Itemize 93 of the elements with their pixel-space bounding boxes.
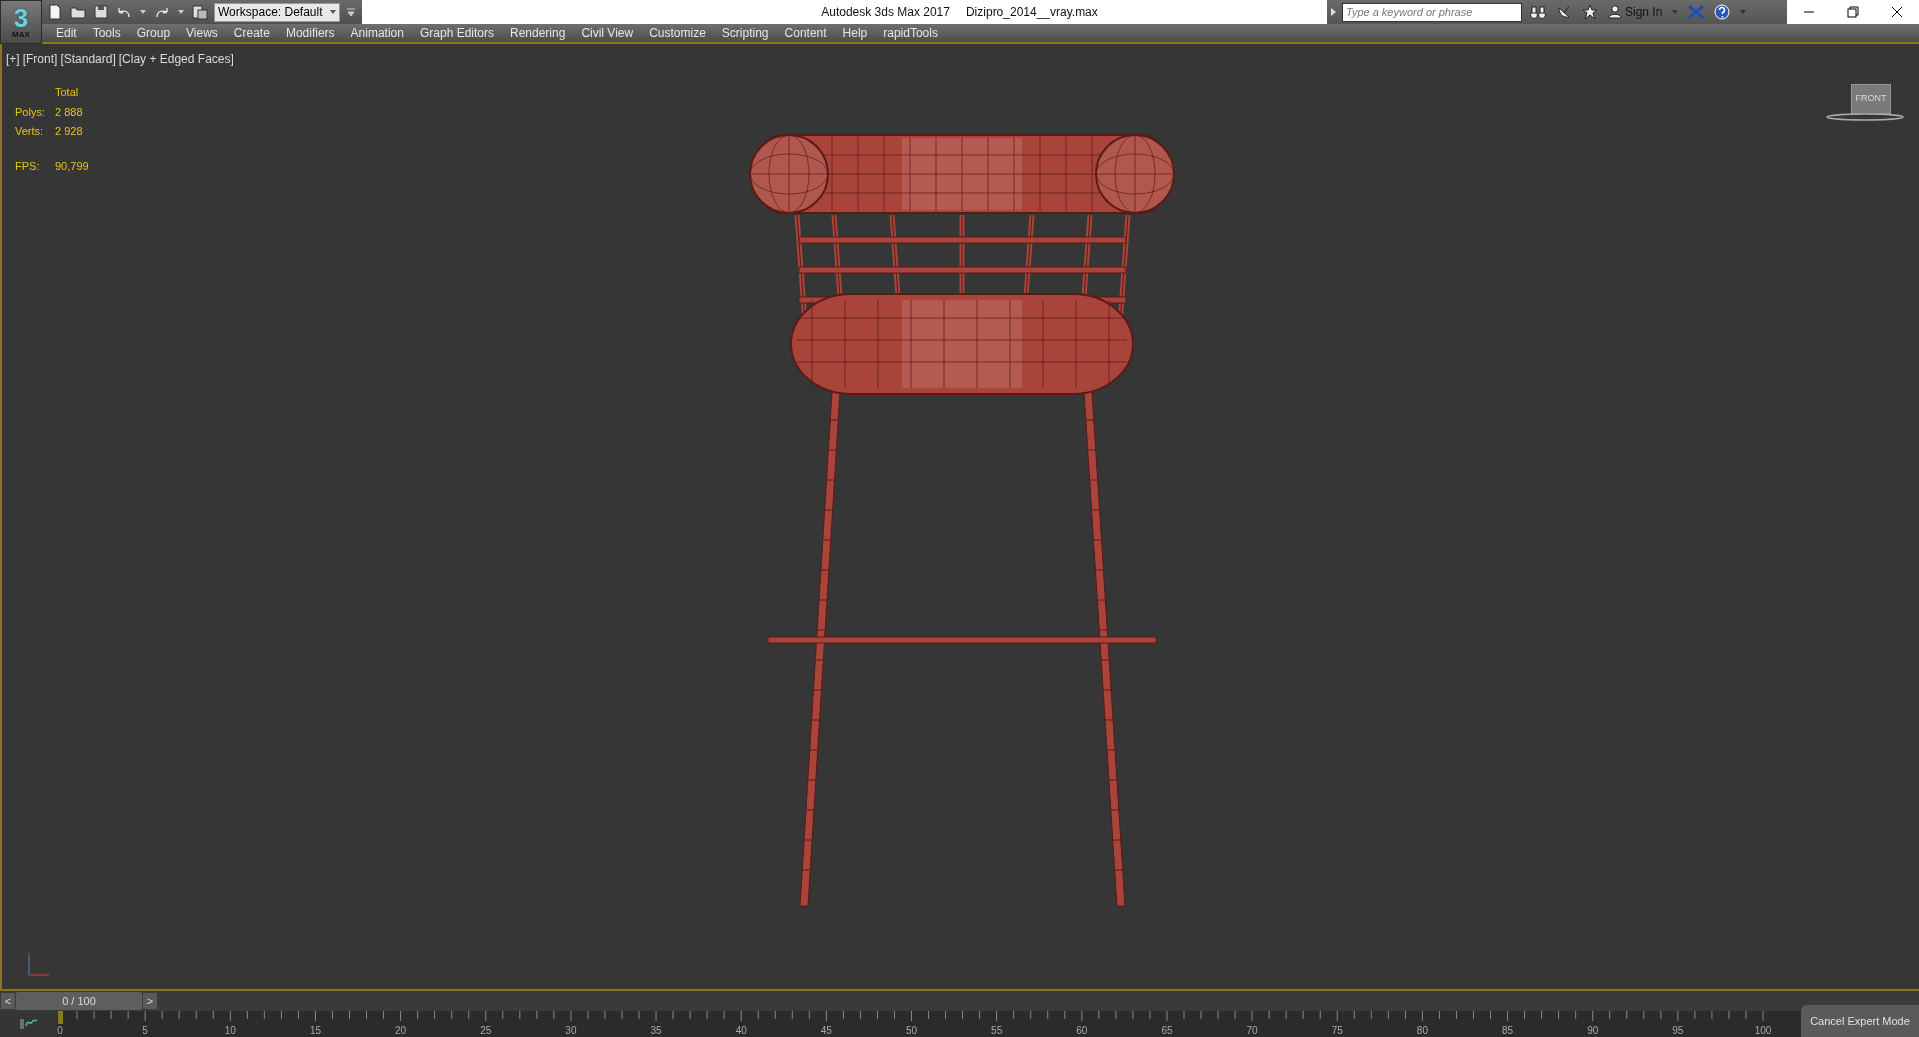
curve-icon bbox=[19, 1018, 38, 1030]
satellite-dish-icon bbox=[1556, 4, 1572, 20]
viewport-label[interactable]: [Standard] bbox=[60, 50, 116, 68]
frame-number: 70 bbox=[1246, 1025, 1258, 1036]
menu-item[interactable]: Create bbox=[225, 24, 278, 42]
frame-number: 60 bbox=[1076, 1025, 1088, 1036]
stat-value: 2 928 bbox=[55, 124, 84, 139]
menu-item[interactable]: Animation bbox=[342, 24, 412, 42]
expand-arrow-icon[interactable] bbox=[1331, 8, 1336, 16]
stat-label: FPS: bbox=[15, 158, 41, 174]
menu-item[interactable]: Tools bbox=[84, 24, 129, 42]
viewcube[interactable]: FRONT bbox=[1851, 84, 1891, 114]
user-icon bbox=[1608, 5, 1622, 19]
help-button[interactable] bbox=[1712, 4, 1733, 20]
frame-number: 45 bbox=[820, 1025, 832, 1036]
restore-icon bbox=[1847, 6, 1859, 18]
frame-number: 80 bbox=[1416, 1025, 1428, 1036]
caret-icon bbox=[178, 10, 184, 14]
file-name: Dizipro_2014__vray.max bbox=[965, 4, 1098, 21]
help-icon bbox=[1714, 4, 1731, 20]
workspace-dropdown[interactable]: Workspace: Default bbox=[214, 2, 340, 22]
redo-arrow-icon bbox=[154, 5, 170, 19]
orbit-ring-icon bbox=[1825, 112, 1905, 122]
frame-number: 0 bbox=[57, 1025, 63, 1036]
menu-item[interactable]: Group bbox=[128, 24, 179, 42]
menu-item[interactable]: Customize bbox=[641, 24, 714, 42]
frame-number: 25 bbox=[480, 1025, 492, 1036]
project-folder-button[interactable] bbox=[190, 4, 210, 20]
menu-item[interactable]: Scripting bbox=[713, 24, 777, 42]
frame-number: 40 bbox=[735, 1025, 747, 1036]
caret-icon bbox=[1672, 10, 1679, 14]
menu-item[interactable]: Help bbox=[834, 24, 876, 42]
stat-label: Polys: bbox=[15, 104, 46, 120]
undo-arrow-icon bbox=[116, 5, 132, 19]
stat-value: 2 888 bbox=[55, 104, 84, 120]
folder-stack-icon bbox=[192, 4, 208, 20]
caret-icon bbox=[330, 10, 336, 14]
stats-heading: Total bbox=[55, 85, 80, 100]
axis-tripod-icon bbox=[26, 949, 52, 979]
menu-item[interactable]: Graph Editors bbox=[411, 24, 502, 42]
binoculars-button[interactable] bbox=[1528, 4, 1548, 20]
customize-toolbar-button[interactable] bbox=[344, 7, 358, 17]
menu-item[interactable]: Views bbox=[178, 24, 226, 42]
app-menu-button[interactable]: 3 MAX bbox=[0, 0, 42, 44]
frame-number: 55 bbox=[991, 1025, 1003, 1036]
frame-number: 5 bbox=[142, 1025, 148, 1036]
mini-curve-editor-button[interactable] bbox=[0, 1011, 57, 1037]
frame-number: 15 bbox=[309, 1025, 321, 1036]
menu-item[interactable]: rapidTools bbox=[875, 24, 946, 42]
stat-value: 90,799 bbox=[55, 158, 89, 174]
frame-number: 65 bbox=[1161, 1025, 1173, 1036]
frame-number: 85 bbox=[1502, 1025, 1514, 1036]
frame-number: 90 bbox=[1587, 1025, 1599, 1036]
dropdown-icon bbox=[346, 7, 356, 17]
search-field[interactable]: Type a keyword or phrase bbox=[1342, 2, 1522, 22]
caret-icon bbox=[140, 10, 146, 14]
new-file-button[interactable] bbox=[46, 4, 64, 20]
frame-number: 75 bbox=[1331, 1025, 1343, 1036]
current-frame-marker[interactable] bbox=[58, 1011, 63, 1024]
x-logo-icon bbox=[1688, 5, 1705, 19]
redo-dropdown[interactable] bbox=[176, 10, 186, 14]
folder-icon bbox=[70, 5, 86, 19]
close-icon bbox=[1891, 6, 1903, 18]
menu-item[interactable]: Content bbox=[776, 24, 835, 42]
menu-item[interactable]: Civil View bbox=[573, 24, 642, 42]
viewport-label[interactable]: [Clay + Edged Faces] bbox=[118, 50, 234, 68]
next-frame-button[interactable]: > bbox=[142, 992, 158, 1010]
frame-number: 10 bbox=[224, 1025, 236, 1036]
stat-label: Verts: bbox=[15, 124, 45, 139]
caret-icon bbox=[1740, 10, 1747, 14]
open-file-button[interactable] bbox=[68, 5, 88, 19]
viewport-label[interactable]: [+] bbox=[6, 50, 20, 68]
previous-frame-button[interactable]: < bbox=[0, 992, 16, 1010]
frame-number: 30 bbox=[565, 1025, 577, 1036]
save-button[interactable] bbox=[92, 5, 110, 19]
cancel-expert-mode-button[interactable]: Cancel Expert Mode bbox=[1801, 1005, 1919, 1037]
viewport-label[interactable]: [Front] bbox=[22, 50, 58, 68]
window-title: Autodesk 3ds Max 2017 bbox=[821, 4, 950, 21]
frame-number: 20 bbox=[395, 1025, 407, 1036]
time-slider-thumb[interactable]: 0 / 100 bbox=[16, 992, 142, 1010]
menu-item[interactable]: Modifiers bbox=[277, 24, 343, 42]
sign-in-button[interactable]: Sign In bbox=[1606, 3, 1665, 21]
frame-number: 35 bbox=[650, 1025, 662, 1036]
document-icon bbox=[48, 4, 62, 20]
menu-item[interactable]: Rendering bbox=[502, 24, 574, 42]
undo-dropdown[interactable] bbox=[138, 10, 148, 14]
star-icon bbox=[1582, 4, 1598, 20]
frame-number: 95 bbox=[1672, 1025, 1684, 1036]
menu-item[interactable]: Edit bbox=[48, 24, 85, 42]
favorites-button[interactable] bbox=[1580, 4, 1600, 20]
frame-number: 50 bbox=[905, 1025, 918, 1036]
frame-number: 100 bbox=[1754, 1025, 1772, 1036]
binoculars-icon bbox=[1530, 4, 1546, 20]
